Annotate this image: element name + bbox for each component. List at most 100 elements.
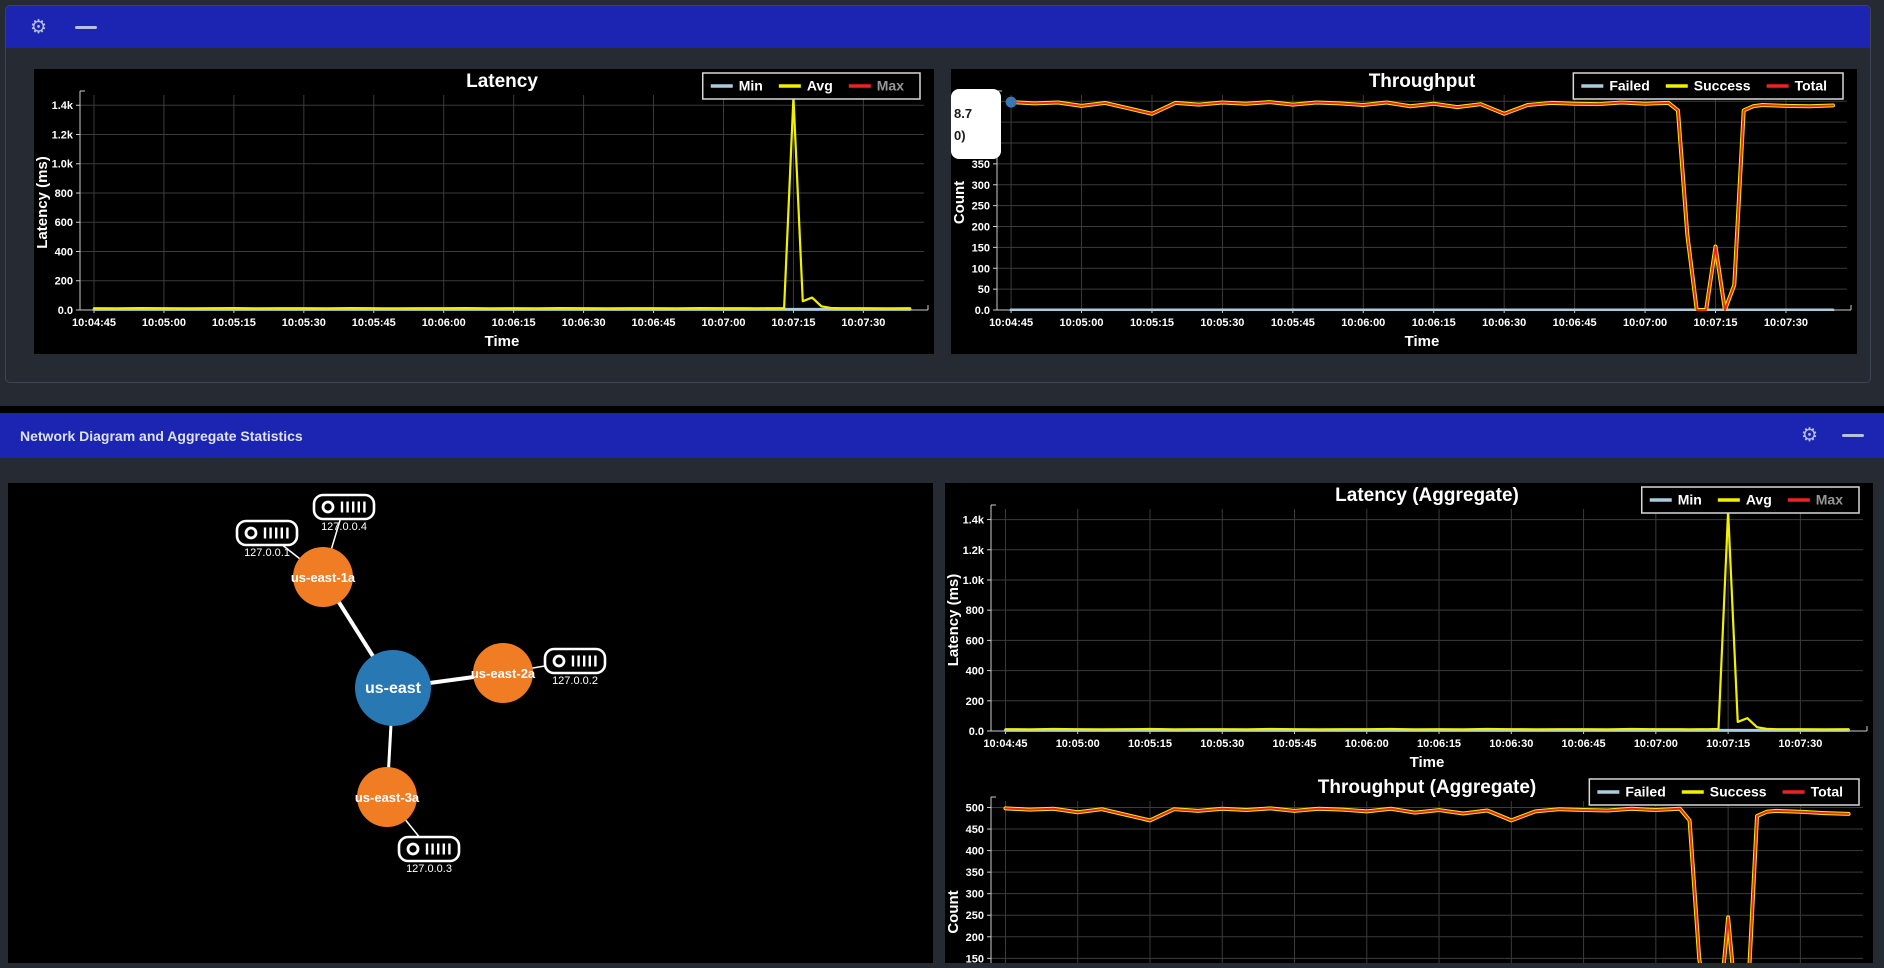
svg-text:us-east-1a: us-east-1a	[291, 570, 356, 585]
svg-text:10:06:45: 10:06:45	[1562, 738, 1606, 750]
svg-text:us-east: us-east	[365, 680, 422, 697]
gear-icon[interactable]: ⚙	[1801, 426, 1818, 445]
svg-text:Count: Count	[951, 181, 968, 224]
dock-title: Network Diagram and Aggregate Statistics	[20, 428, 303, 444]
svg-text:300: 300	[966, 889, 984, 901]
charts-dock-header[interactable]: ⚙	[6, 6, 1870, 48]
network-diagram[interactable]: 127.0.0.1127.0.0.4127.0.0.2127.0.0.3us-e…	[8, 483, 933, 963]
minimize-icon[interactable]	[1842, 434, 1864, 437]
latency_agg-plot: 10:04:4510:05:0010:05:1510:05:3010:05:45…	[945, 483, 1873, 775]
svg-text:10:07:00: 10:07:00	[1623, 317, 1667, 329]
svg-text:Success: Success	[1694, 78, 1751, 94]
svg-text:10:04:45: 10:04:45	[983, 738, 1027, 750]
svg-text:200: 200	[972, 222, 990, 234]
svg-text:300: 300	[972, 180, 990, 192]
network-dock-header[interactable]: Network Diagram and Aggregate Statistics…	[0, 413, 1884, 458]
svg-text:10:07:30: 10:07:30	[1778, 738, 1822, 750]
svg-text:Time: Time	[1405, 333, 1440, 350]
svg-text:10:06:15: 10:06:15	[1417, 738, 1461, 750]
svg-text:200: 200	[966, 696, 984, 708]
svg-text:Min: Min	[739, 78, 763, 94]
svg-text:10:05:15: 10:05:15	[1130, 317, 1174, 329]
svg-text:10:06:30: 10:06:30	[562, 317, 606, 329]
svg-text:350: 350	[966, 867, 984, 879]
svg-text:150: 150	[972, 242, 990, 254]
server-icon	[399, 837, 459, 861]
tooltip-line-1: 8.7	[954, 103, 1001, 125]
svg-text:10:06:00: 10:06:00	[1341, 317, 1385, 329]
svg-text:127.0.0.2: 127.0.0.2	[552, 675, 598, 687]
svg-text:us-east-3a: us-east-3a	[355, 790, 420, 805]
svg-text:10:05:15: 10:05:15	[212, 317, 256, 329]
svg-text:200: 200	[966, 932, 984, 944]
svg-text:600: 600	[966, 635, 984, 647]
svg-text:400: 400	[966, 846, 984, 858]
minimize-icon[interactable]	[75, 26, 97, 29]
network-diagram-plot: 127.0.0.1127.0.0.4127.0.0.2127.0.0.3us-e…	[8, 483, 933, 963]
svg-text:600: 600	[55, 217, 73, 229]
svg-text:Latency (Aggregate): Latency (Aggregate)	[1335, 485, 1519, 506]
svg-text:450: 450	[966, 824, 984, 836]
data-point-tooltip: 8.7 0)	[951, 89, 1001, 159]
throughput-chart[interactable]: 8.7 0) 10:04:4510:05:0010:05:1510:05:301…	[951, 69, 1857, 354]
server-icon	[314, 495, 374, 519]
svg-text:10:05:30: 10:05:30	[1200, 317, 1244, 329]
svg-text:250: 250	[972, 201, 990, 213]
svg-text:10:06:30: 10:06:30	[1482, 317, 1526, 329]
svg-text:100: 100	[972, 263, 990, 275]
svg-text:10:05:30: 10:05:30	[282, 317, 326, 329]
svg-text:Latency (ms): Latency (ms)	[945, 574, 962, 667]
svg-text:Time: Time	[485, 333, 520, 350]
svg-text:Latency: Latency	[466, 71, 538, 92]
gear-icon[interactable]: ⚙	[30, 18, 47, 37]
svg-text:Throughput: Throughput	[1369, 71, 1476, 92]
svg-text:10:06:00: 10:06:00	[1345, 738, 1389, 750]
svg-text:10:05:45: 10:05:45	[352, 317, 396, 329]
latency-plot: 10:04:4510:05:0010:05:1510:05:3010:05:45…	[34, 69, 934, 354]
tooltip-line-2: 0)	[954, 125, 1001, 147]
svg-text:Total: Total	[1811, 784, 1843, 800]
svg-text:50: 50	[978, 284, 990, 296]
dock-divider	[0, 406, 1884, 413]
svg-text:Failed: Failed	[1625, 784, 1665, 800]
svg-text:0.0: 0.0	[969, 726, 984, 738]
svg-text:Time: Time	[1410, 754, 1445, 771]
svg-text:127.0.0.3: 127.0.0.3	[406, 863, 452, 875]
svg-text:150: 150	[966, 953, 984, 963]
svg-text:10:06:15: 10:06:15	[1412, 317, 1456, 329]
svg-text:Avg: Avg	[1746, 492, 1772, 508]
svg-text:Total: Total	[1795, 78, 1827, 94]
svg-text:Success: Success	[1710, 784, 1767, 800]
svg-text:10:07:30: 10:07:30	[1764, 317, 1808, 329]
svg-text:10:06:30: 10:06:30	[1489, 738, 1533, 750]
svg-text:10:05:00: 10:05:00	[1060, 317, 1104, 329]
svg-text:10:05:45: 10:05:45	[1272, 738, 1316, 750]
aggregate-charts-panel: 10:04:4510:05:0010:05:1510:05:3010:05:45…	[945, 483, 1873, 963]
svg-text:10:06:15: 10:06:15	[492, 317, 536, 329]
svg-text:10:07:15: 10:07:15	[771, 317, 815, 329]
server-icon	[237, 521, 297, 545]
throughput-aggregate-chart[interactable]: 10:04:4510:05:0010:05:1510:05:3010:05:45…	[945, 775, 1873, 963]
svg-text:10:06:45: 10:06:45	[632, 317, 676, 329]
svg-text:Max: Max	[877, 78, 904, 94]
svg-text:1.0k: 1.0k	[52, 159, 74, 171]
svg-text:Avg: Avg	[807, 78, 833, 94]
svg-text:1.2k: 1.2k	[963, 545, 985, 557]
svg-text:350: 350	[972, 159, 990, 171]
svg-text:Count: Count	[945, 890, 962, 933]
latency-chart[interactable]: 10:04:4510:05:0010:05:1510:05:3010:05:45…	[34, 69, 934, 354]
svg-text:800: 800	[55, 188, 73, 200]
svg-text:10:06:45: 10:06:45	[1553, 317, 1597, 329]
svg-text:800: 800	[966, 605, 984, 617]
svg-text:10:05:30: 10:05:30	[1200, 738, 1244, 750]
svg-text:10:05:00: 10:05:00	[142, 317, 186, 329]
svg-text:Max: Max	[1816, 492, 1843, 508]
svg-text:10:05:45: 10:05:45	[1271, 317, 1315, 329]
svg-text:10:07:00: 10:07:00	[1634, 738, 1678, 750]
latency-aggregate-chart[interactable]: 10:04:4510:05:0010:05:1510:05:3010:05:45…	[945, 483, 1873, 775]
svg-text:400: 400	[966, 666, 984, 678]
svg-text:127.0.0.4: 127.0.0.4	[321, 521, 367, 533]
svg-text:0.0: 0.0	[975, 305, 990, 317]
svg-text:200: 200	[55, 276, 73, 288]
svg-text:Latency (ms): Latency (ms)	[34, 156, 51, 249]
